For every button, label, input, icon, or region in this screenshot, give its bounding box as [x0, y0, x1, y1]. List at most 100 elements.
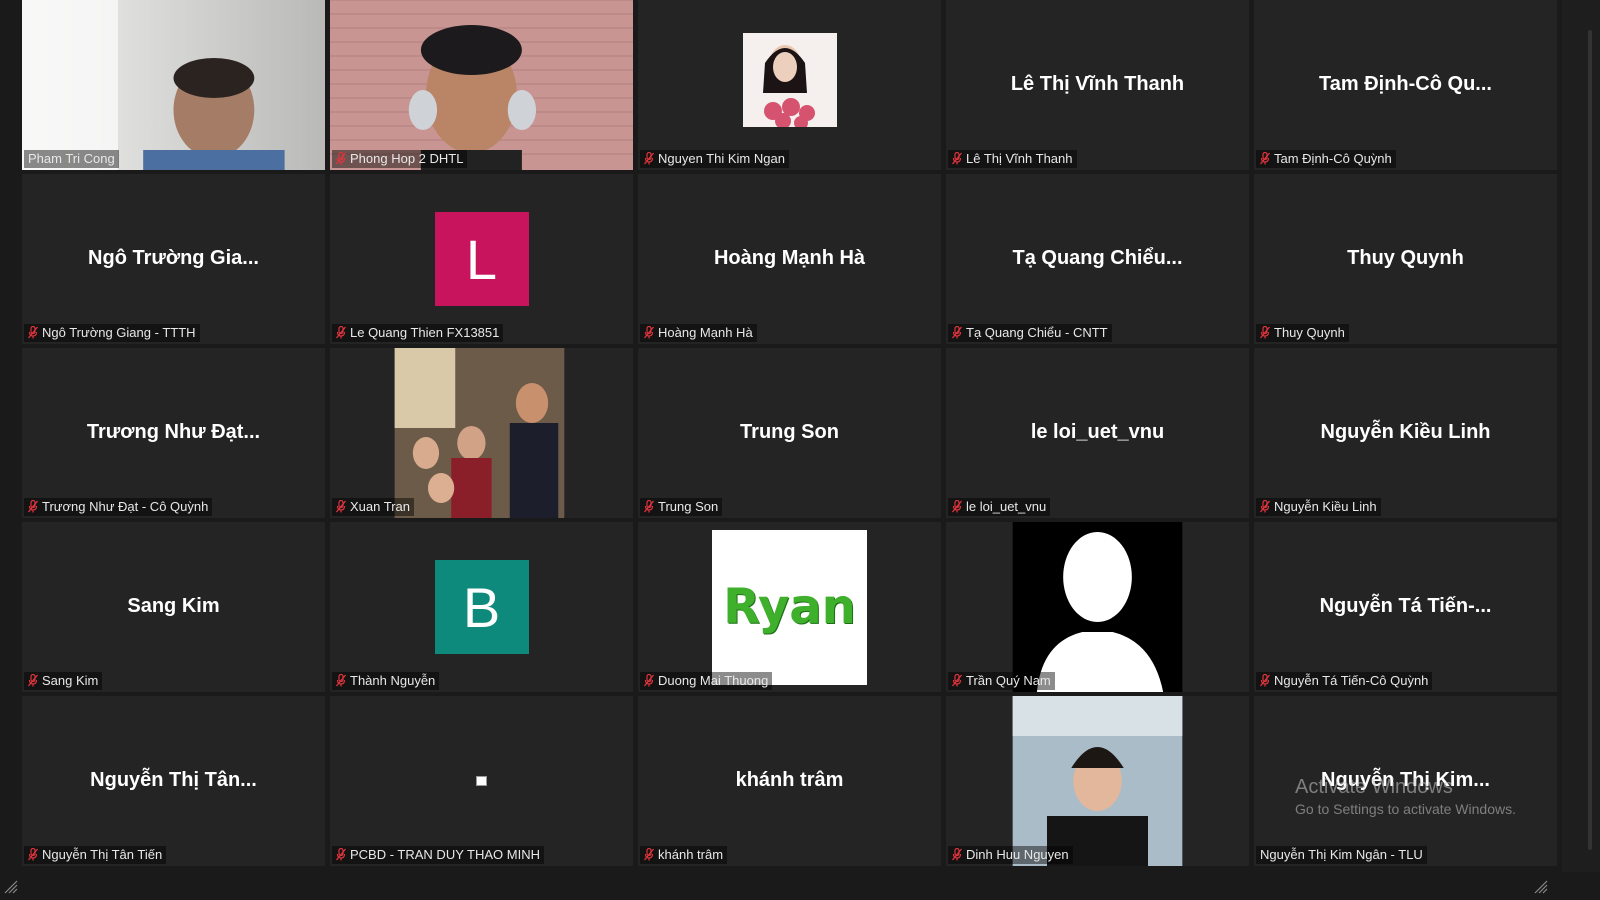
participant-display-name: Nguyễn Tá Tiến-...	[1319, 594, 1492, 617]
camera-video-feed	[22, 0, 325, 170]
letter-avatar: L	[434, 212, 529, 306]
mic-muted-icon	[336, 500, 346, 513]
participant-name-label: Hoàng Mạnh Hà	[640, 324, 757, 342]
participant-tile-9[interactable]: Tạ Quang Chiểu... Tạ Quang Chiểu - CNTT	[946, 174, 1249, 344]
mic-muted-icon	[952, 326, 962, 339]
mic-muted-icon	[644, 674, 654, 687]
mic-muted-icon	[336, 326, 346, 339]
participant-name-label: Tam Định-Cô Quỳnh	[1256, 150, 1396, 168]
gallery-grid: Pham Tri Cong Phong Hop 2 DHTL Nguyen Th…	[22, 0, 1557, 870]
participant-name: Nguyen Thi Kim Ngan	[658, 151, 785, 166]
participant-name-label: Lê Thị Vĩnh Thanh	[948, 150, 1077, 168]
participant-tile-23[interactable]: khánh trâm khánh trâm	[638, 696, 941, 866]
mic-muted-icon	[644, 326, 654, 339]
mic-muted-icon	[1260, 500, 1270, 513]
participant-name-label: Trung Son	[640, 498, 723, 516]
participant-name: Thuy Quynh	[1274, 325, 1345, 340]
participant-name-label: Trần Quý Nam	[948, 672, 1055, 690]
participant-name-label: Sang Kim	[24, 672, 103, 690]
right-scroll-panel	[1562, 0, 1600, 900]
participant-tile-13[interactable]: Trung Son Trung Son	[638, 348, 941, 518]
participant-name: Duong Mai Thuong	[658, 673, 769, 688]
participant-name-label: Nguyễn Thị Kim Ngân - TLU	[1256, 846, 1427, 864]
profile-photo	[330, 348, 633, 518]
participant-tile-20[interactable]: Nguyễn Tá Tiến-... Nguyễn Tá Tiến-Cô Quỳ…	[1254, 522, 1557, 692]
participant-name-label: Ngô Trường Giang - TTTH	[24, 324, 200, 342]
participant-display-name: Hoàng Mạnh Hà	[713, 246, 866, 269]
participant-name-label: Nguyễn Tá Tiến-Cô Quỳnh	[1256, 672, 1433, 690]
participant-name-label: Phong Hop 2 DHTL	[332, 150, 468, 168]
participant-name: Trần Quý Nam	[966, 673, 1051, 688]
participant-tile-24[interactable]: Dinh Huu Nguyen	[946, 696, 1249, 866]
participant-display-name: Nguyễn Thị Tân...	[90, 768, 257, 791]
participant-tile-18[interactable]: Ryan Duong Mai Thuong	[638, 522, 941, 692]
mic-muted-icon	[644, 848, 654, 861]
resize-grip-icon[interactable]	[1534, 880, 1548, 894]
participant-name: Phong Hop 2 DHTL	[350, 151, 464, 166]
participant-tile-21[interactable]: Nguyễn Thị Tân... Nguyễn Thị Tân Tiến	[22, 696, 325, 866]
participant-name-label: Dinh Huu Nguyen	[948, 846, 1073, 864]
participant-name-label: Thuy Quynh	[1256, 324, 1349, 342]
participant-display-name: Ngô Trường Gia...	[88, 246, 259, 269]
participant-name-label: PCBD - TRAN DUY THAO MINH	[332, 846, 544, 864]
participant-name-label: Le Quang Thien FX13851	[332, 324, 504, 342]
participant-name-label: Duong Mai Thuong	[640, 672, 773, 690]
participant-tile-12[interactable]: Xuan Tran	[330, 348, 633, 518]
participant-name: Pham Tri Cong	[28, 151, 115, 166]
participant-name-label: Nguyễn Kiều Linh	[1256, 498, 1381, 516]
participant-name: Lê Thị Vĩnh Thanh	[966, 151, 1073, 166]
participant-tile-6[interactable]: Ngô Trường Gia... Ngô Trường Giang - TTT…	[22, 174, 325, 344]
participant-display-name: Trung Son	[740, 420, 839, 443]
mic-muted-icon	[952, 152, 962, 165]
participant-tile-1[interactable]: Pham Tri Cong	[22, 0, 325, 170]
participant-tile-7[interactable]: L Le Quang Thien FX13851	[330, 174, 633, 344]
participant-tile-22[interactable]: PCBD - TRAN DUY THAO MINH	[330, 696, 633, 866]
resize-grip-icon[interactable]	[4, 880, 18, 894]
participant-tile-11[interactable]: Trương Như Đạt... Trương Như Đạt - Cô Qu…	[22, 348, 325, 518]
scrollbar[interactable]	[1588, 30, 1592, 850]
mic-muted-icon	[28, 848, 38, 861]
ryan-logo-avatar: Ryan	[712, 529, 867, 685]
participant-name-label: le loi_uet_vnu	[948, 498, 1051, 516]
participant-tile-14[interactable]: le loi_uet_vnu le loi_uet_vnu	[946, 348, 1249, 518]
participant-tile-10[interactable]: Thuy Quynh Thuy Quynh	[1254, 174, 1557, 344]
participant-display-name: khánh trâm	[735, 768, 844, 791]
participant-display-name: Nguyễn Kiều Linh	[1320, 420, 1491, 443]
participant-display-name: Tạ Quang Chiểu...	[1012, 246, 1183, 269]
participant-name-label: Nguyen Thi Kim Ngan	[640, 150, 789, 168]
participant-display-name: Thuy Quynh	[1347, 246, 1464, 269]
participant-tile-16[interactable]: Sang Kim Sang Kim	[22, 522, 325, 692]
participant-name: Sang Kim	[42, 673, 99, 688]
participant-tile-25[interactable]: Nguyễn Thị Kim... Nguyễn Thị Kim Ngân - …	[1254, 696, 1557, 866]
ryan-logo-text: Ryan	[723, 579, 856, 635]
participant-name: khánh trâm	[658, 847, 724, 862]
profile-photo	[638, 0, 941, 170]
participant-name: Thành Nguyễn	[350, 673, 436, 688]
mic-muted-icon	[28, 674, 38, 687]
participant-tile-5[interactable]: Tam Định-Cô Qu... Tam Định-Cô Quỳnh	[1254, 0, 1557, 170]
participant-tile-15[interactable]: Nguyễn Kiều Linh Nguyễn Kiều Linh	[1254, 348, 1557, 518]
participant-name-label: Tạ Quang Chiểu - CNTT	[948, 324, 1112, 342]
participant-name: Tạ Quang Chiểu - CNTT	[966, 325, 1108, 340]
participant-tile-4[interactable]: Lê Thị Vĩnh Thanh Lê Thị Vĩnh Thanh	[946, 0, 1249, 170]
participant-display-name: Tam Định-Cô Qu...	[1319, 72, 1492, 95]
mic-muted-icon	[336, 152, 346, 165]
mic-muted-icon	[28, 326, 38, 339]
camera-video-feed	[330, 0, 633, 170]
mic-muted-icon	[28, 500, 38, 513]
profile-photo	[946, 696, 1249, 866]
mic-muted-icon	[952, 674, 962, 687]
participant-tile-8[interactable]: Hoàng Mạnh Hà Hoàng Mạnh Hà	[638, 174, 941, 344]
mic-muted-icon	[644, 500, 654, 513]
mic-muted-icon	[952, 848, 962, 861]
participant-tile-3[interactable]: Nguyen Thi Kim Ngan	[638, 0, 941, 170]
participant-tile-2[interactable]: Phong Hop 2 DHTL	[330, 0, 633, 170]
participant-name-label: Xuan Tran	[332, 498, 414, 516]
participant-name: Nguyễn Tá Tiến-Cô Quỳnh	[1274, 673, 1429, 688]
participant-name: PCBD - TRAN DUY THAO MINH	[350, 847, 540, 862]
participant-tile-17[interactable]: B Thành Nguyễn	[330, 522, 633, 692]
mic-muted-icon	[336, 848, 346, 861]
participant-name-label: Trương Như Đạt - Cô Quỳnh	[24, 498, 213, 516]
participant-tile-19[interactable]: Trần Quý Nam	[946, 522, 1249, 692]
default-avatar-silhouette	[946, 522, 1249, 692]
